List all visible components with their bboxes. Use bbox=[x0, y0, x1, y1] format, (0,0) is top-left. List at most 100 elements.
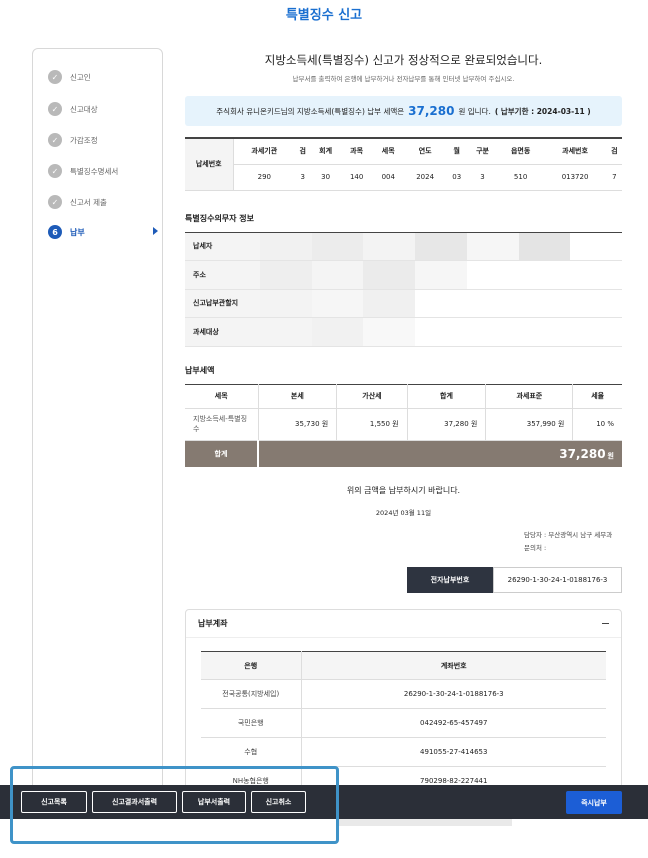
total-label: 합계 bbox=[185, 440, 259, 467]
row-label: 납세자 bbox=[185, 232, 260, 261]
bottom-button-group: 신고목록 신고결과서출력 납부서출력 신고취소 bbox=[21, 791, 311, 813]
table-header: 세목 bbox=[185, 384, 259, 409]
account-table: 은행 계좌번호 전국공통(지방세입) 26290-1-30-24-1-01881… bbox=[201, 651, 606, 796]
table-header: 연도 bbox=[404, 138, 447, 165]
notice-suffix: 원 입니다. bbox=[458, 106, 491, 116]
step-label: 신고서 제출 bbox=[70, 197, 107, 207]
check-icon: ✓ bbox=[48, 195, 62, 209]
step-label: 신고대상 bbox=[70, 104, 98, 114]
tax-number-table: 납세번호 과세기관 검 회계 과목 세목 연도 월 구분 읍면동 과세번호 검 … bbox=[185, 137, 622, 191]
table-cell: 2024 bbox=[404, 164, 447, 191]
bank-cell: 국민은행 bbox=[201, 708, 302, 738]
table-cell: 3 bbox=[467, 164, 498, 191]
table-cell: 510 bbox=[497, 164, 544, 191]
table-cell: 37,280 원 bbox=[407, 408, 487, 441]
bottom-area bbox=[0, 819, 648, 858]
step-label: 특별징수명세서 bbox=[70, 166, 119, 176]
tax-amount-notice: 주식회사 유니온키드님의 지방소득세(특별징수) 납부 세액은 37,280 원… bbox=[185, 96, 622, 126]
table-header: 구분 bbox=[467, 138, 498, 165]
total-value: 37,280 원 bbox=[258, 440, 622, 467]
step-label: 신고인 bbox=[70, 72, 91, 82]
table-header: 가산세 bbox=[336, 384, 408, 409]
table-header: 검 bbox=[295, 138, 311, 165]
notice-prefix: 주식회사 유니온키드님의 지방소득세(특별징수) 납부 세액은 bbox=[216, 106, 405, 116]
print-result-button[interactable]: 신고결과서출력 bbox=[92, 791, 177, 813]
table-header: 읍면동 bbox=[497, 138, 544, 165]
table-header: 세목 bbox=[372, 138, 405, 165]
table-cell: 지방소득세-특별징수 bbox=[185, 408, 259, 441]
notice-due-date: ( 납부기한 : 2024-03-11 ) bbox=[494, 106, 591, 116]
table-header: 과세기관 bbox=[233, 138, 296, 165]
account-panel: 납부계좌 은행 계좌번호 전국공통(지방세입) 26290-1-30-24-1-… bbox=[185, 609, 622, 799]
payment-section-title: 납부세액 bbox=[185, 365, 215, 375]
table-header: 계좌번호 bbox=[301, 651, 606, 680]
account-panel-header[interactable]: 납부계좌 bbox=[186, 610, 621, 638]
table-row: 국민은행 042492-65-457497 bbox=[201, 708, 606, 738]
table-header: 회계 bbox=[310, 138, 341, 165]
pay-now-button[interactable]: 즉시납부 bbox=[566, 791, 622, 814]
table-cell: 10 % bbox=[572, 408, 622, 441]
table-header: 은행 bbox=[201, 651, 302, 680]
epay-number-value: 26290-1-30-24-1-0188176-3 bbox=[493, 567, 622, 593]
check-icon: ✓ bbox=[48, 133, 62, 147]
collapse-icon[interactable] bbox=[602, 622, 609, 625]
cancel-report-button[interactable]: 신고취소 bbox=[251, 791, 306, 813]
account-panel-title: 납부계좌 bbox=[198, 619, 228, 628]
payment-table: 세목 본세 가산세 합계 과세표준 세율 지방소득세-특별징수 35,730 원… bbox=[185, 383, 622, 467]
redacted-value bbox=[260, 289, 623, 318]
notice-amount: 37,280 bbox=[408, 104, 455, 118]
bank-cell: 수협 bbox=[201, 737, 302, 767]
step-item-submit[interactable]: ✓ 신고서 제출 bbox=[48, 194, 158, 210]
table-header: 검 bbox=[606, 138, 622, 165]
epay-number-row: 전자납부번호 26290-1-30-24-1-0188176-3 bbox=[185, 567, 622, 593]
step-item-statement[interactable]: ✓ 특별징수명세서 bbox=[48, 163, 158, 179]
table-cell: 013720 bbox=[543, 164, 607, 191]
step-item-target[interactable]: ✓ 신고대상 bbox=[48, 101, 158, 117]
table-header: 과목 bbox=[340, 138, 373, 165]
table-cell: 7 bbox=[606, 164, 622, 191]
arrow-right-icon bbox=[153, 227, 158, 235]
account-number-cell: 042492-65-457497 bbox=[301, 708, 606, 738]
step-label: 가감조정 bbox=[70, 135, 98, 145]
table-header: 세율 bbox=[572, 384, 622, 409]
check-icon: ✓ bbox=[48, 164, 62, 178]
page-title: 특별징수 신고 bbox=[285, 8, 363, 23]
total-unit: 원 bbox=[607, 451, 614, 460]
step-item-adjust[interactable]: ✓ 가감조정 bbox=[48, 132, 158, 148]
payment-request-date: 2024년 03월 11일 bbox=[375, 509, 432, 517]
payment-request-text: 위의 금액을 납부하시기 바랍니다. bbox=[346, 486, 461, 495]
table-header: 본세 bbox=[258, 384, 338, 409]
table-cell: 357,990 원 bbox=[485, 408, 574, 441]
report-list-button[interactable]: 신고목록 bbox=[21, 791, 87, 813]
staff-line: 담당자 : 부산광역시 남구 세무과 bbox=[524, 531, 613, 539]
table-row: 수협 491055-27-414653 bbox=[201, 737, 606, 767]
row-label: 주소 bbox=[185, 260, 260, 290]
scroll-track bbox=[336, 819, 512, 826]
bank-cell: 전국공통(지방세입) bbox=[201, 679, 302, 709]
table-cell: 290 bbox=[233, 164, 296, 191]
check-icon: ✓ bbox=[48, 102, 62, 116]
table-cell: 30 bbox=[310, 164, 341, 191]
step-item-payment[interactable]: 6 납부 bbox=[48, 224, 158, 240]
print-bill-button[interactable]: 납부서출력 bbox=[182, 791, 246, 813]
step-sidebar: ✓ 신고인 ✓ 신고대상 ✓ 가감조정 ✓ 특별징수명세서 ✓ 신고서 제출 6… bbox=[32, 48, 163, 793]
contact-line: 문의처 : bbox=[524, 544, 547, 552]
table-header: 과세번호 bbox=[543, 138, 607, 165]
table-cell: 35,730 원 bbox=[258, 408, 338, 441]
staff-info: 담당자 : 부산광역시 남구 세무과 문의처 : bbox=[185, 529, 622, 555]
row-label: 과세대상 bbox=[185, 317, 260, 347]
epay-number-label: 전자납부번호 bbox=[407, 567, 493, 593]
table-cell: 004 bbox=[372, 164, 405, 191]
tax-number-label: 납세번호 bbox=[185, 138, 234, 191]
table-cell: 3 bbox=[295, 164, 311, 191]
redacted-value bbox=[260, 260, 623, 290]
table-row: 전국공통(지방세입) 26290-1-30-24-1-0188176-3 bbox=[201, 679, 606, 709]
step-item-reporter[interactable]: ✓ 신고인 bbox=[48, 69, 158, 85]
table-header: 월 bbox=[446, 138, 468, 165]
total-amount: 37,280 bbox=[559, 446, 606, 461]
complete-title: 지방소득세(특별징수) 신고가 정상적으로 완료되었습니다. bbox=[264, 53, 543, 67]
table-header: 과세표준 bbox=[485, 384, 574, 409]
withholder-table: 납세자 주소 신고납부관할지 과세대상 bbox=[185, 231, 623, 347]
redacted-value bbox=[260, 317, 623, 347]
account-number-cell: 491055-27-414653 bbox=[301, 737, 606, 767]
